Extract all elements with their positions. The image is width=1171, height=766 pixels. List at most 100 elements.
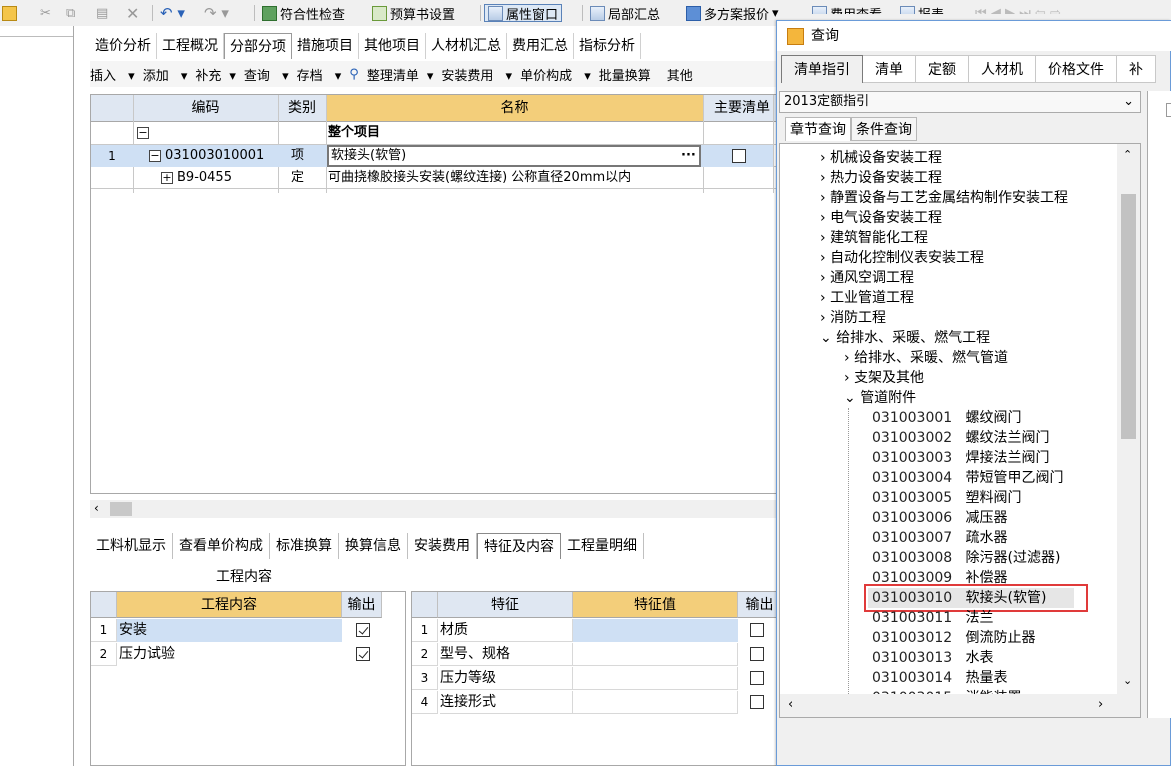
delete-icon[interactable]: ✕: [126, 4, 139, 23]
tree-item[interactable]: ⌄ 管道附件: [844, 388, 916, 408]
tab-supplement[interactable]: 补: [1117, 55, 1156, 83]
grid-header-type[interactable]: 类别: [278, 95, 326, 122]
tree-item[interactable]: › 静置设备与工艺金属结构制作安装工程: [820, 188, 1068, 208]
grid-horizontal-scrollbar[interactable]: ‹: [90, 500, 780, 518]
tree-item[interactable]: › 支架及其他: [844, 368, 924, 388]
collapse-toggle[interactable]: −: [137, 122, 153, 144]
tab-labor-display[interactable]: 工料机显示: [90, 533, 173, 559]
budget-settings-button[interactable]: 预算书设置: [372, 4, 455, 23]
tab-quota[interactable]: 定额: [916, 55, 969, 83]
tree-leaf[interactable]: 031003013 水表: [872, 648, 994, 668]
paste-icon[interactable]: ▤: [96, 4, 108, 22]
tree-item[interactable]: › 建筑智能化工程: [820, 228, 928, 248]
tab-sub-items[interactable]: 分部分项: [224, 33, 292, 59]
main-list-checkbox[interactable]: [732, 145, 746, 167]
scroll-down-icon[interactable]: ⌄: [1123, 674, 1132, 687]
tab-quantity-detail[interactable]: 工程量明细: [561, 533, 644, 559]
tree-leaf[interactable]: 031003011 法兰: [872, 608, 994, 628]
output-checkbox[interactable]: [750, 691, 764, 714]
tab-standard-convert[interactable]: 标准换算: [270, 533, 339, 559]
feature-value[interactable]: [573, 643, 738, 666]
feature-value[interactable]: [573, 667, 738, 690]
add-button[interactable]: 添加 ▾: [143, 65, 188, 84]
tree-item[interactable]: › 自动化控制仪表安装工程: [820, 248, 984, 268]
scroll-up-icon[interactable]: ⌃: [1123, 148, 1132, 161]
tree-item[interactable]: › 消防工程: [820, 308, 886, 328]
archive-button[interactable]: 存档 ▾: [297, 65, 342, 84]
scroll-thumb[interactable]: [1121, 194, 1136, 439]
tree-leaf[interactable]: 031003012 倒流防止器: [872, 628, 1036, 648]
unit-price-button[interactable]: 单价构成 ▾: [520, 65, 591, 84]
tree-leaf[interactable]: 031003006 减压器: [872, 508, 1008, 528]
tab-measures[interactable]: 措施项目: [292, 33, 359, 59]
ellipsis-button[interactable]: ···: [681, 145, 696, 167]
tab-convert-info[interactable]: 换算信息: [339, 533, 408, 559]
tab-other-items[interactable]: 其他项目: [359, 33, 426, 59]
table-row-code[interactable]: −031003010001: [149, 145, 264, 167]
tab-price-file[interactable]: 价格文件: [1036, 55, 1117, 83]
output-checkbox[interactable]: [750, 643, 764, 666]
tab-features-content[interactable]: 特征及内容: [477, 533, 561, 559]
install-fee-button[interactable]: 安装费用 ▾: [441, 65, 512, 84]
tab-cost-analysis[interactable]: 造价分析: [90, 33, 157, 59]
tab-bill-guide[interactable]: 清单指引: [781, 55, 863, 83]
grid-header-code[interactable]: 编码: [133, 95, 278, 122]
tab-condition-query[interactable]: 条件查询: [851, 117, 917, 141]
property-window-button[interactable]: 属性窗口: [484, 4, 563, 23]
header-output[interactable]: 输出: [342, 592, 382, 618]
quota-guide-select[interactable]: 2013定额指引 ⌄: [779, 91, 1141, 113]
redo-icon[interactable]: ↷ ▾: [204, 4, 229, 22]
tree-item[interactable]: › 机械设备安装工程: [820, 148, 942, 168]
panel-checkbox[interactable]: [1166, 103, 1171, 117]
work-item-label[interactable]: 安装: [119, 619, 342, 642]
tree-vertical-scrollbar[interactable]: ⌃ ⌄: [1117, 144, 1140, 717]
scroll-left-icon[interactable]: ‹: [94, 501, 99, 515]
tree-item[interactable]: › 工业管道工程: [820, 288, 914, 308]
tab-project-overview[interactable]: 工程概况: [157, 33, 224, 59]
scroll-left-icon[interactable]: ‹: [788, 697, 793, 712]
supplement-button[interactable]: 补充 ▾: [195, 65, 236, 84]
compliance-check-button[interactable]: 符合性检查: [262, 4, 345, 23]
tree-item[interactable]: › 通风空调工程: [820, 268, 914, 288]
other-button[interactable]: 其他: [667, 65, 701, 84]
tree-leaf[interactable]: 031003003 焊接法兰阀门: [872, 448, 1050, 468]
tree-leaf[interactable]: 031003002 螺纹法兰阀门: [872, 428, 1050, 448]
copy-icon[interactable]: ⧉: [66, 4, 75, 22]
header-feature[interactable]: 特征: [438, 592, 573, 618]
feature-value[interactable]: [573, 691, 738, 714]
tree-item[interactable]: › 热力设备安装工程: [820, 168, 942, 188]
output-checkbox[interactable]: [356, 619, 370, 642]
tree-item[interactable]: › 电气设备安装工程: [820, 208, 942, 228]
tree-item[interactable]: ⌄ 给排水、采暖、燃气工程: [820, 328, 990, 348]
open-folder-icon[interactable]: [2, 4, 20, 22]
insert-button[interactable]: 插入 ▾: [90, 65, 135, 84]
tree-leaf[interactable]: 031003007 疏水器: [872, 528, 1008, 548]
binoculars-icon[interactable]: ⚲: [349, 67, 359, 82]
tree-leaf[interactable]: 031003005 塑料阀门: [872, 488, 1022, 508]
table-row-code[interactable]: + B9-0455: [161, 167, 232, 189]
local-summary-button[interactable]: 局部汇总: [590, 4, 660, 23]
output-checkbox[interactable]: [750, 667, 764, 690]
batch-convert-button[interactable]: 批量换算: [599, 65, 659, 84]
work-item-label[interactable]: 压力试验: [119, 643, 342, 666]
header-feature-value[interactable]: 特征值: [573, 592, 738, 618]
grid-header-name[interactable]: 名称: [326, 95, 703, 122]
undo-icon[interactable]: ↶ ▾: [160, 4, 185, 22]
tab-chapter-query[interactable]: 章节查询: [785, 117, 851, 141]
multi-plan-quote-button[interactable]: 多方案报价 ▾: [686, 4, 779, 23]
tab-cost-summary[interactable]: 费用汇总: [507, 33, 574, 59]
query-button[interactable]: 查询 ▾: [244, 65, 289, 84]
tab-labor-material[interactable]: 人材机: [969, 55, 1036, 83]
tab-bill[interactable]: 清单: [863, 55, 916, 83]
dialog-titlebar[interactable]: 查询: [777, 21, 1171, 51]
tidy-list-button[interactable]: 整理清单 ▾: [367, 65, 434, 84]
tab-install-fee[interactable]: 安装费用: [408, 533, 477, 559]
header-work-content[interactable]: 工程内容: [117, 592, 342, 618]
output-checkbox[interactable]: [750, 619, 764, 642]
tab-unit-price[interactable]: 查看单价构成: [173, 533, 270, 559]
scroll-right-icon[interactable]: ›: [1098, 697, 1103, 712]
tree-leaf[interactable]: 031003008 除污器(过滤器): [872, 548, 1060, 568]
cut-icon[interactable]: ✂: [40, 4, 51, 22]
tab-indicator-analysis[interactable]: 指标分析: [574, 33, 641, 59]
output-checkbox[interactable]: [356, 643, 370, 666]
